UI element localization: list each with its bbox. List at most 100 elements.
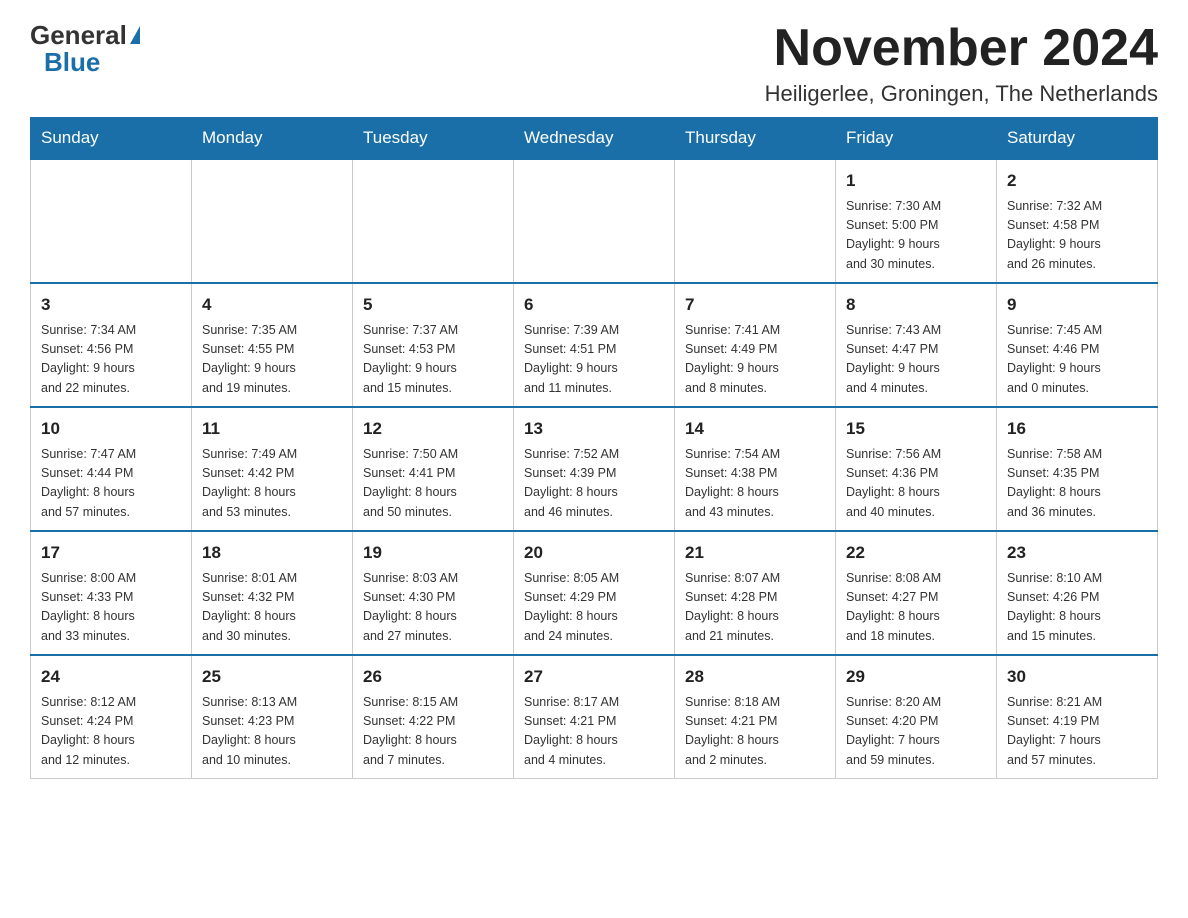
calendar-cell <box>514 159 675 283</box>
weekday-header-tuesday: Tuesday <box>353 118 514 160</box>
calendar-cell: 6 Sunrise: 7:39 AM Sunset: 4:51 PM Daylig… <box>514 283 675 407</box>
calendar-cell: 7Sunrise: 7:41 AM Sunset: 4:49 PM Daylig… <box>675 283 836 407</box>
calendar-cell: 8 Sunrise: 7:43 AM Sunset: 4:47 PM Daylig… <box>836 283 997 407</box>
day-info: Sunrise: 7:34 AM Sunset: 4:56 PM Dayligh… <box>41 321 181 399</box>
calendar-cell <box>675 159 836 283</box>
calendar-cell: 29Sunrise: 8:20 AM Sunset: 4:20 PM Dayli… <box>836 655 997 779</box>
calendar-cell: 19 Sunrise: 8:03 AM Sunset: 4:30 PM Dayli… <box>353 531 514 655</box>
day-number: 28 <box>685 664 825 690</box>
logo-blue-part <box>127 26 140 46</box>
day-info: Sunrise: 7:47 AM Sunset: 4:44 PM Dayligh… <box>41 445 181 523</box>
day-info: Sunrise: 7:52 AM Sunset: 4:39 PM Dayligh… <box>524 445 664 523</box>
day-number: 2 <box>1007 168 1147 194</box>
week-row-3: 17Sunrise: 8:00 AM Sunset: 4:33 PM Dayli… <box>31 531 1158 655</box>
day-number: 5 <box>363 292 503 318</box>
day-number: 27 <box>524 664 664 690</box>
calendar-cell: 9 Sunrise: 7:45 AM Sunset: 4:46 PM Daylig… <box>997 283 1158 407</box>
day-info: Sunrise: 7:37 AM Sunset: 4:53 PM Dayligh… <box>363 321 503 399</box>
week-row-4: 24 Sunrise: 8:12 AM Sunset: 4:24 PM Dayli… <box>31 655 1158 779</box>
calendar-cell: 23Sunrise: 8:10 AM Sunset: 4:26 PM Dayli… <box>997 531 1158 655</box>
day-number: 29 <box>846 664 986 690</box>
day-info: Sunrise: 8:05 AM Sunset: 4:29 PM Dayligh… <box>524 569 664 647</box>
day-info: Sunrise: 8:12 AM Sunset: 4:24 PM Dayligh… <box>41 693 181 771</box>
day-info: Sunrise: 7:39 AM Sunset: 4:51 PM Dayligh… <box>524 321 664 399</box>
day-number: 17 <box>41 540 181 566</box>
day-info: Sunrise: 8:21 AM Sunset: 4:19 PM Dayligh… <box>1007 693 1147 771</box>
day-number: 12 <box>363 416 503 442</box>
day-info: Sunrise: 7:35 AM Sunset: 4:55 PM Dayligh… <box>202 321 342 399</box>
day-info: Sunrise: 8:18 AM Sunset: 4:21 PM Dayligh… <box>685 693 825 771</box>
calendar-cell: 25 Sunrise: 8:13 AM Sunset: 4:23 PM Dayli… <box>192 655 353 779</box>
day-info: Sunrise: 7:45 AM Sunset: 4:46 PM Dayligh… <box>1007 321 1147 399</box>
calendar-table: SundayMondayTuesdayWednesdayThursdayFrid… <box>30 117 1158 779</box>
day-info: Sunrise: 8:15 AM Sunset: 4:22 PM Dayligh… <box>363 693 503 771</box>
day-info: Sunrise: 8:10 AM Sunset: 4:26 PM Dayligh… <box>1007 569 1147 647</box>
calendar-cell: 3Sunrise: 7:34 AM Sunset: 4:56 PM Daylig… <box>31 283 192 407</box>
calendar-cell: 24 Sunrise: 8:12 AM Sunset: 4:24 PM Dayli… <box>31 655 192 779</box>
day-info: Sunrise: 7:50 AM Sunset: 4:41 PM Dayligh… <box>363 445 503 523</box>
day-number: 15 <box>846 416 986 442</box>
calendar-cell: 11Sunrise: 7:49 AM Sunset: 4:42 PM Dayli… <box>192 407 353 531</box>
title-area: November 2024 Heiligerlee, Groningen, Th… <box>765 20 1158 107</box>
logo-blue-text: Blue <box>44 47 100 78</box>
header: General Blue November 2024 Heiligerlee, … <box>30 20 1158 107</box>
calendar-cell: 20 Sunrise: 8:05 AM Sunset: 4:29 PM Dayli… <box>514 531 675 655</box>
calendar-cell: 1 Sunrise: 7:30 AM Sunset: 5:00 PM Daylig… <box>836 159 997 283</box>
calendar-cell: 12 Sunrise: 7:50 AM Sunset: 4:41 PM Dayli… <box>353 407 514 531</box>
calendar-cell <box>353 159 514 283</box>
day-info: Sunrise: 8:03 AM Sunset: 4:30 PM Dayligh… <box>363 569 503 647</box>
day-number: 1 <box>846 168 986 194</box>
day-info: Sunrise: 7:56 AM Sunset: 4:36 PM Dayligh… <box>846 445 986 523</box>
logo-triangle-icon <box>130 26 140 44</box>
calendar-cell: 21Sunrise: 8:07 AM Sunset: 4:28 PM Dayli… <box>675 531 836 655</box>
day-number: 13 <box>524 416 664 442</box>
location-title: Heiligerlee, Groningen, The Netherlands <box>765 81 1158 107</box>
day-number: 4 <box>202 292 342 318</box>
day-number: 24 <box>41 664 181 690</box>
weekday-header-friday: Friday <box>836 118 997 160</box>
day-info: Sunrise: 8:01 AM Sunset: 4:32 PM Dayligh… <box>202 569 342 647</box>
day-info: Sunrise: 7:58 AM Sunset: 4:35 PM Dayligh… <box>1007 445 1147 523</box>
day-number: 11 <box>202 416 342 442</box>
day-info: Sunrise: 8:13 AM Sunset: 4:23 PM Dayligh… <box>202 693 342 771</box>
calendar-cell: 18 Sunrise: 8:01 AM Sunset: 4:32 PM Dayli… <box>192 531 353 655</box>
calendar-cell: 13 Sunrise: 7:52 AM Sunset: 4:39 PM Dayli… <box>514 407 675 531</box>
day-info: Sunrise: 7:30 AM Sunset: 5:00 PM Dayligh… <box>846 197 986 275</box>
day-number: 10 <box>41 416 181 442</box>
day-number: 20 <box>524 540 664 566</box>
calendar-cell: 10 Sunrise: 7:47 AM Sunset: 4:44 PM Dayli… <box>31 407 192 531</box>
weekday-header-row: SundayMondayTuesdayWednesdayThursdayFrid… <box>31 118 1158 160</box>
day-number: 7 <box>685 292 825 318</box>
logo-area: General Blue <box>30 20 140 78</box>
day-number: 18 <box>202 540 342 566</box>
calendar-cell: 2Sunrise: 7:32 AM Sunset: 4:58 PM Daylig… <box>997 159 1158 283</box>
day-info: Sunrise: 7:43 AM Sunset: 4:47 PM Dayligh… <box>846 321 986 399</box>
calendar-cell <box>192 159 353 283</box>
day-number: 14 <box>685 416 825 442</box>
calendar-cell: 27Sunrise: 8:17 AM Sunset: 4:21 PM Dayli… <box>514 655 675 779</box>
day-number: 26 <box>363 664 503 690</box>
weekday-header-wednesday: Wednesday <box>514 118 675 160</box>
day-info: Sunrise: 7:54 AM Sunset: 4:38 PM Dayligh… <box>685 445 825 523</box>
weekday-header-thursday: Thursday <box>675 118 836 160</box>
week-row-2: 10 Sunrise: 7:47 AM Sunset: 4:44 PM Dayli… <box>31 407 1158 531</box>
calendar-cell: 5 Sunrise: 7:37 AM Sunset: 4:53 PM Daylig… <box>353 283 514 407</box>
weekday-header-sunday: Sunday <box>31 118 192 160</box>
day-number: 30 <box>1007 664 1147 690</box>
calendar-cell: 14 Sunrise: 7:54 AM Sunset: 4:38 PM Dayli… <box>675 407 836 531</box>
calendar-cell: 16Sunrise: 7:58 AM Sunset: 4:35 PM Dayli… <box>997 407 1158 531</box>
month-title: November 2024 <box>765 20 1158 77</box>
calendar-cell: 15 Sunrise: 7:56 AM Sunset: 4:36 PM Dayli… <box>836 407 997 531</box>
calendar-cell: 4 Sunrise: 7:35 AM Sunset: 4:55 PM Daylig… <box>192 283 353 407</box>
day-number: 21 <box>685 540 825 566</box>
calendar-cell: 17Sunrise: 8:00 AM Sunset: 4:33 PM Dayli… <box>31 531 192 655</box>
day-number: 19 <box>363 540 503 566</box>
calendar-cell: 22Sunrise: 8:08 AM Sunset: 4:27 PM Dayli… <box>836 531 997 655</box>
day-number: 25 <box>202 664 342 690</box>
weekday-header-monday: Monday <box>192 118 353 160</box>
day-number: 9 <box>1007 292 1147 318</box>
calendar-cell: 26 Sunrise: 8:15 AM Sunset: 4:22 PM Dayli… <box>353 655 514 779</box>
day-number: 22 <box>846 540 986 566</box>
day-number: 6 <box>524 292 664 318</box>
day-number: 8 <box>846 292 986 318</box>
